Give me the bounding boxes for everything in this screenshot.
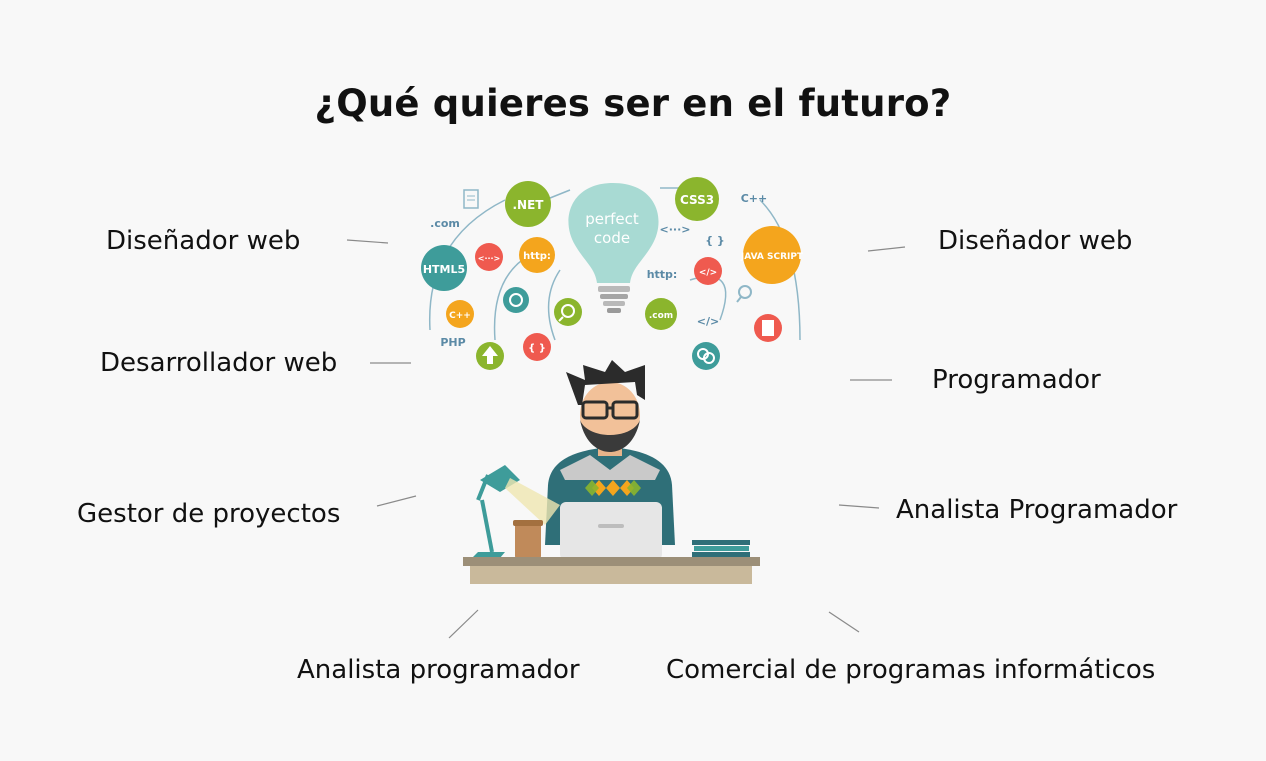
svg-text:<···>: <···> <box>478 254 501 263</box>
http-text: http: <box>647 268 678 281</box>
upload-icon <box>476 342 504 370</box>
http-icon: http: <box>519 237 555 273</box>
php-text: PHP <box>440 336 465 349</box>
braces-text: { } <box>705 234 725 247</box>
svg-text:.com: .com <box>649 311 673 321</box>
magnifier-icon <box>736 285 752 303</box>
svg-text:C++: C++ <box>449 311 471 321</box>
file-icon <box>463 189 479 209</box>
cpp-text: C++ <box>741 192 768 205</box>
document-icon <box>754 314 782 342</box>
net-icon: .NET <box>505 181 551 227</box>
link-icon <box>692 342 720 370</box>
search-icon <box>554 298 582 326</box>
arrows-text: <···> <box>660 223 691 236</box>
bulb-text-line2: code <box>594 229 630 247</box>
css3-icon: CSS3 <box>675 177 719 221</box>
cpp-icon: C++ <box>446 300 474 328</box>
books-icon <box>692 540 750 558</box>
svg-text:http:: http: <box>523 251 551 262</box>
ring-icon <box>503 287 529 313</box>
svg-text:JAVA SCRIPT: JAVA SCRIPT <box>740 252 804 262</box>
com-text: .com <box>430 217 460 230</box>
arrows-code-icon: <···> <box>475 243 503 271</box>
bulb-text-line1: perfect <box>585 210 639 228</box>
svg-text:</>: </> <box>699 268 717 278</box>
developer-illustration: perfect code .NET CSS3 HTML5 JAVA SCRIPT… <box>421 177 804 584</box>
coffee-cup-icon <box>513 520 543 558</box>
svg-text:.NET: .NET <box>513 198 545 212</box>
laptop-icon <box>560 502 662 560</box>
svg-text:{ }: { } <box>528 343 546 354</box>
com-icon: .com <box>645 298 677 330</box>
lightbulb-icon: perfect code <box>568 183 659 313</box>
svg-text:HTML5: HTML5 <box>423 263 465 276</box>
svg-text:CSS3: CSS3 <box>680 193 714 207</box>
desk <box>463 557 760 584</box>
tag-code-icon: </> <box>694 257 722 285</box>
tag-text: </> <box>697 315 719 328</box>
html5-icon: HTML5 <box>421 245 467 291</box>
braces-icon: { } <box>523 333 551 361</box>
